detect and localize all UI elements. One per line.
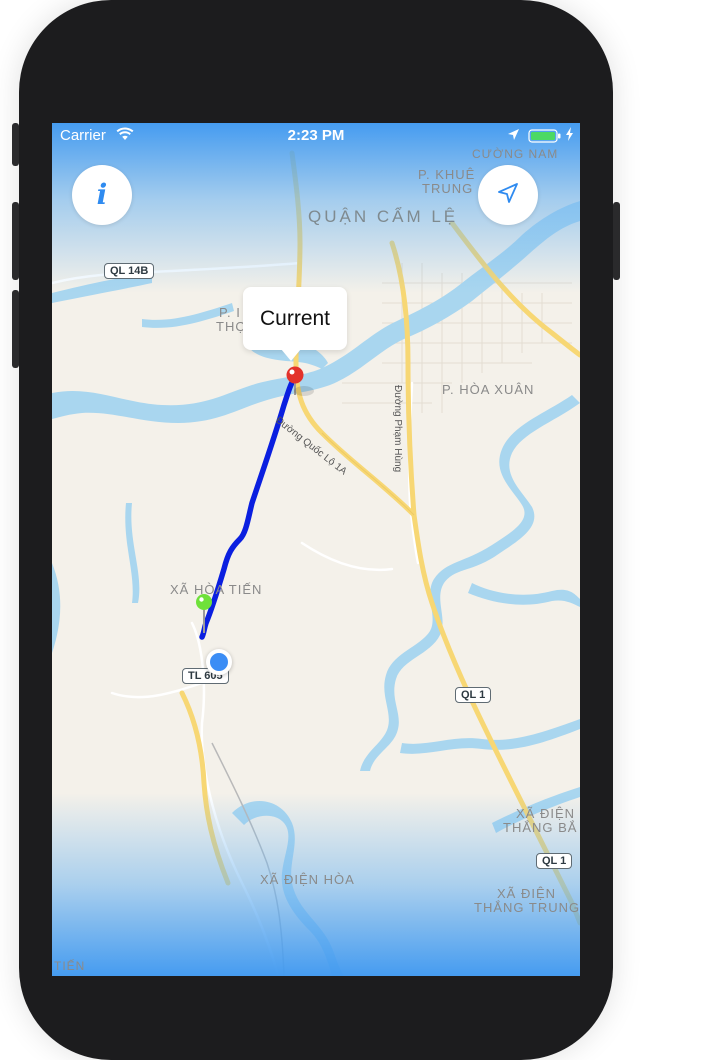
info-button[interactable]: i [72,165,132,225]
district-label: QUẬN CẨM LỆ [308,207,459,226]
road-shield-ql14b: QL 14B [104,263,155,279]
pin-callout[interactable]: Current [243,287,347,350]
map-view[interactable] [52,123,580,976]
status-time: 2:23 PM [287,127,345,144]
charging-bolt-icon [565,127,574,145]
commune-label-dien-thang-bac-1: XÃ ĐIỆN [516,806,576,821]
silent-switch [12,123,19,166]
ward-label-tho-2: THỌ [216,319,247,334]
commune-label-hoa-tien: XÃ HÒA TIẾN [170,582,263,597]
commune-label-dien-hoa: XÃ ĐIỆN HÒA [260,872,355,887]
commune-label-dien-thang-bac-2: THẮNG BẮ [503,820,578,835]
ward-label-cuong-nam: CƯỜNG NAM [472,147,559,161]
callout-title: Current [259,306,331,330]
commune-label-dien-thang-trung-2: THẮNG TRUNG [474,900,580,915]
commune-label-tien: TIẾN [54,959,86,973]
road-shield-ql1-a: QL 1 [455,687,492,703]
power-button [613,202,620,280]
volume-down-button [12,290,19,368]
location-arrow-icon [496,181,520,210]
ward-label-khue-trung-1: P. KHUÊ [418,167,476,182]
locate-me-button[interactable] [478,165,538,225]
battery-icon [528,129,562,147]
user-location-dot [206,649,232,675]
commune-label-dien-thang-trung-1: XÃ ĐIỆN [497,886,557,901]
road-label-pham-hung: Đường Phạm Hùng [392,385,403,473]
ward-label-khue-trung-2: TRUNG [422,181,474,196]
ward-label-hoa-xuan: P. HÒA XUÂN [442,382,535,397]
volume-up-button [12,202,19,280]
app-screen: QUẬN CẨM LỆ P. KHUÊ TRUNG CƯỜNG NAM P. I… [52,123,580,976]
location-arrow-icon [507,128,520,145]
status-bar: Carrier 2:23 PM [52,123,580,149]
info-icon: i [96,178,108,211]
road-shield-ql1-b: QL 1 [536,853,573,869]
callout-tail [281,349,301,361]
ward-label-tho-1: P. I [219,305,241,320]
